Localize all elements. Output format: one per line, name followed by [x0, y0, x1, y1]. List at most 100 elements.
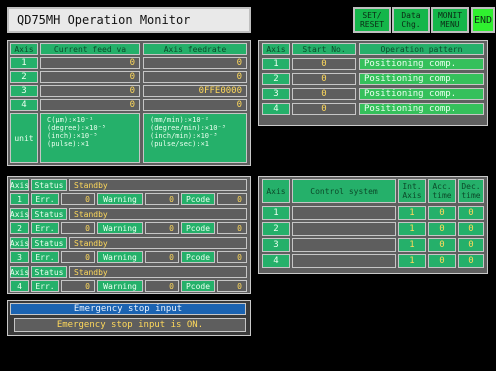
window-title: QD75MH Operation Monitor [7, 7, 251, 33]
control-table-header-acc-time: Acc. time [428, 179, 456, 203]
axis-status-error-label: Err. [31, 193, 59, 205]
end-button[interactable]: END [471, 7, 495, 33]
operation-start-no: 0 [292, 58, 356, 70]
axis-feedrate-value: 0 [143, 99, 247, 111]
axis-status-warning-value: 0 [145, 251, 179, 263]
feed-row-axis: 4 [10, 99, 38, 111]
axis-status-value: Standby [69, 208, 247, 220]
axis-status-warning-label: Warning [97, 222, 143, 234]
operation-start-no: 0 [292, 88, 356, 100]
operation-table-header-axis: Axis [262, 43, 290, 55]
axis-status-axis-number: 3 [10, 251, 29, 263]
operation-table-header-start: Start No. [292, 43, 356, 55]
set-reset-button[interactable]: SET/ RESET [353, 7, 391, 33]
control-system-value [292, 238, 396, 252]
axis-status-error-value: 0 [61, 251, 95, 263]
control-table-header-control-system: Control system [292, 179, 396, 203]
axis-status-axis-number: 4 [10, 280, 29, 292]
operation-pattern: Positioning comp. [359, 88, 484, 100]
axis-feedrate-value: 0FFE0000 [143, 85, 247, 97]
control-row-axis: 1 [262, 206, 290, 220]
axis-status-status-label: Status [31, 208, 67, 220]
control-row-axis: 3 [262, 238, 290, 252]
feed-row-axis: 2 [10, 71, 38, 83]
axis-status-axis-number: 1 [10, 193, 29, 205]
axis-status-error-label: Err. [31, 222, 59, 234]
int-axis-value: 1 [398, 254, 426, 268]
axis-status-error-value: 0 [61, 280, 95, 292]
int-axis-value: 1 [398, 206, 426, 220]
axis-status-pcode-value: 0 [217, 251, 247, 263]
axis-status-pcode-value: 0 [217, 280, 247, 292]
operation-row-axis: 4 [262, 103, 290, 115]
operation-table-header-pattern: Operation pattern [359, 43, 484, 55]
dec-time-value: 0 [458, 238, 484, 252]
axis-status-axis-label: Axis [9, 237, 30, 249]
axis-status-value: Standby [69, 179, 247, 191]
operation-pattern: Positioning comp. [359, 103, 484, 115]
unit-legend-position: C(µm):×10⁻¹ (degree):×10⁻⁵ (inch):×10⁻⁵ … [40, 113, 140, 163]
axis-status-axis-label: Axis [9, 266, 30, 278]
int-axis-value: 1 [398, 238, 426, 252]
operation-pattern: Positioning comp. [359, 73, 484, 85]
dec-time-value: 0 [458, 222, 484, 236]
axis-status-pcode-value: 0 [217, 193, 247, 205]
axis-status-pcode-label: Pcode [181, 280, 215, 292]
dec-time-value: 0 [458, 254, 484, 268]
control-row-axis: 4 [262, 254, 290, 268]
feed-table-header-feedrate: Axis feedrate [143, 43, 247, 55]
operation-start-no: 0 [292, 103, 356, 115]
operation-row-axis: 2 [262, 73, 290, 85]
acc-time-value: 0 [428, 206, 456, 220]
int-axis-value: 1 [398, 222, 426, 236]
dec-time-value: 0 [458, 206, 484, 220]
axis-status-status-label: Status [31, 266, 67, 278]
monitor-menu-button[interactable]: MONIT MENU [431, 7, 469, 33]
axis-status-pcode-label: Pcode [181, 222, 215, 234]
emergency-message: Emergency stop input is ON. [14, 318, 246, 332]
axis-status-error-value: 0 [61, 193, 95, 205]
operation-row-axis: 3 [262, 88, 290, 100]
data-change-button[interactable]: Data Chg. [392, 7, 430, 33]
axis-status-warning-label: Warning [97, 193, 143, 205]
feed-row-axis: 1 [10, 57, 38, 69]
axis-status-warning-label: Warning [97, 251, 143, 263]
axis-status-status-label: Status [31, 179, 67, 191]
operation-pattern: Positioning comp. [359, 58, 484, 70]
current-feed-value: 0 [40, 71, 140, 83]
unit-label: unit [10, 113, 38, 163]
control-row-axis: 2 [262, 222, 290, 236]
control-system-value [292, 222, 396, 236]
operation-start-no: 0 [292, 73, 356, 85]
control-table-header-int-axis: Int. Axis [398, 179, 426, 203]
feed-row-axis: 3 [10, 85, 38, 97]
emergency-header: Emergency stop input [10, 303, 246, 315]
acc-time-value: 0 [428, 254, 456, 268]
control-system-value [292, 206, 396, 220]
unit-legend-speed: (mm/min):×10⁻² (degree/min):×10⁻³ (inch/… [143, 113, 247, 163]
acc-time-value: 0 [428, 238, 456, 252]
operation-row-axis: 1 [262, 58, 290, 70]
feed-table-header-current: Current feed va [40, 43, 140, 55]
axis-status-warning-label: Warning [97, 280, 143, 292]
axis-status-pcode-label: Pcode [181, 193, 215, 205]
axis-feedrate-value: 0 [143, 57, 247, 69]
axis-status-warning-value: 0 [145, 193, 179, 205]
axis-status-status-label: Status [31, 237, 67, 249]
axis-status-warning-value: 0 [145, 280, 179, 292]
axis-status-pcode-value: 0 [217, 222, 247, 234]
control-system-value [292, 254, 396, 268]
acc-time-value: 0 [428, 222, 456, 236]
feed-table-header-axis: Axis [10, 43, 38, 55]
axis-status-error-value: 0 [61, 222, 95, 234]
axis-status-warning-value: 0 [145, 222, 179, 234]
axis-status-axis-label: Axis [9, 179, 30, 191]
axis-status-value: Standby [69, 237, 247, 249]
axis-status-value: Standby [69, 266, 247, 278]
axis-status-axis-label: Axis [9, 208, 30, 220]
control-table-header-axis: Axis [262, 179, 290, 203]
current-feed-value: 0 [40, 99, 140, 111]
axis-status-error-label: Err. [31, 280, 59, 292]
axis-status-pcode-label: Pcode [181, 251, 215, 263]
axis-status-axis-number: 2 [10, 222, 29, 234]
